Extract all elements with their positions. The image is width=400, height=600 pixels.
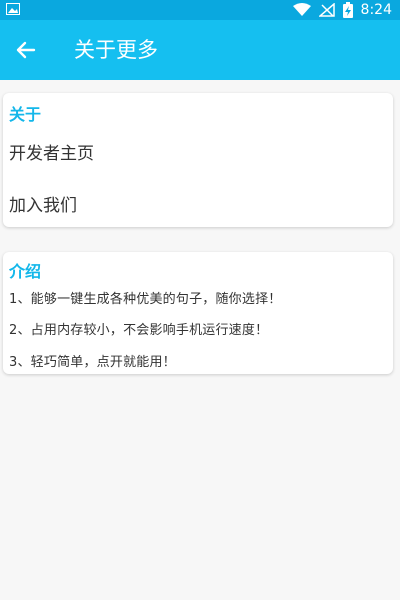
app-bar: 关于更多	[0, 20, 400, 80]
status-time: 8:24	[360, 2, 392, 18]
intro-section-header: 介绍	[9, 262, 42, 281]
intro-line: 2、占用内存较小，不会影响手机运行速度！	[9, 323, 269, 338]
wifi-icon	[292, 3, 311, 16]
page-title: 关于更多	[74, 38, 158, 62]
status-icons: 8:24	[292, 1, 392, 19]
status-bar: 8:24	[0, 0, 400, 20]
image-icon	[6, 3, 20, 15]
about-card: 关于 开发者主页 加入我们	[3, 93, 393, 227]
intro-line: 1、能够一键生成各种优美的句子，随你选择！	[9, 292, 282, 307]
developer-homepage-item[interactable]: 开发者主页	[9, 139, 94, 164]
intro-card: 介绍 1、能够一键生成各种优美的句子，随你选择！ 2、占用内存较小，不会影响手机…	[3, 252, 393, 374]
intro-line: 3、轻巧简单，点开就能用！	[9, 355, 176, 370]
join-us-item[interactable]: 加入我们	[9, 191, 77, 216]
back-arrow-icon[interactable]	[12, 36, 40, 64]
about-section-header: 关于	[9, 105, 42, 124]
battery-charging-icon	[342, 2, 353, 18]
no-signal-icon	[318, 3, 335, 17]
